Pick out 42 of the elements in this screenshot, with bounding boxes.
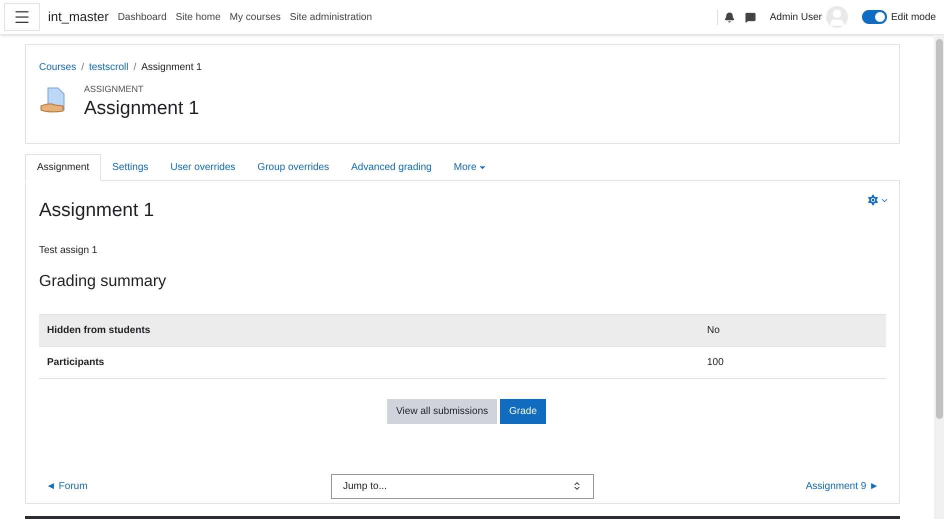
- breadcrumb-link[interactable]: Courses: [39, 60, 76, 75]
- tab[interactable]: Settings: [101, 154, 160, 181]
- edit-mode-label: Edit mode: [890, 10, 936, 24]
- menu-icon: [13, 8, 31, 26]
- user-name[interactable]: Admin User: [770, 10, 822, 24]
- jump-select[interactable]: Jump to...: [331, 474, 594, 498]
- breadcrumb-link[interactable]: testscroll: [89, 60, 128, 75]
- breadcrumb-current: Assignment 1: [141, 61, 202, 75]
- sort-arrows-icon: [572, 481, 582, 491]
- edit-mode-switch[interactable]: [862, 10, 887, 24]
- previous-link[interactable]: ◄ Forum: [46, 478, 166, 494]
- breadcrumb-separator: /: [133, 61, 136, 75]
- tab[interactable]: More: [442, 154, 498, 181]
- grade-button[interactable]: Grade: [500, 398, 546, 424]
- row-label: Hidden from students: [47, 324, 152, 338]
- gear-icon: [866, 193, 880, 207]
- menu-button[interactable]: [4, 3, 40, 31]
- settings-menu[interactable]: [866, 193, 889, 207]
- page-title: Assignment 1: [84, 96, 200, 120]
- nav-link[interactable]: My courses: [230, 10, 281, 24]
- chat-icon[interactable]: [744, 12, 756, 22]
- site-name[interactable]: int_master: [48, 7, 109, 27]
- tab[interactable]: Group overrides: [246, 154, 340, 181]
- row-value: No: [707, 324, 720, 338]
- row-value: 100: [707, 356, 724, 370]
- nav-link[interactable]: Site administration: [290, 10, 372, 24]
- section-title: Grading summary: [39, 272, 168, 292]
- scrollbar[interactable]: [934, 35, 944, 519]
- tab[interactable]: Advanced grading: [340, 154, 443, 181]
- next-link[interactable]: Assignment 9 ►: [759, 478, 879, 494]
- nav-link[interactable]: Site home: [176, 10, 221, 24]
- row-label: Participants: [47, 356, 106, 370]
- tab[interactable]: Assignment: [25, 154, 102, 181]
- content-title: Assignment 1: [39, 199, 154, 223]
- module-type: ASSIGNMENT: [84, 83, 145, 96]
- bell-icon[interactable]: [724, 12, 735, 22]
- tab[interactable]: User overrides: [159, 154, 246, 181]
- nav-link[interactable]: Dashboard: [118, 10, 167, 24]
- description: Test assign 1: [39, 244, 98, 258]
- submissions-button[interactable]: View all submissions: [387, 398, 498, 424]
- breadcrumb-separator: /: [81, 61, 84, 75]
- caret-icon: [478, 163, 487, 172]
